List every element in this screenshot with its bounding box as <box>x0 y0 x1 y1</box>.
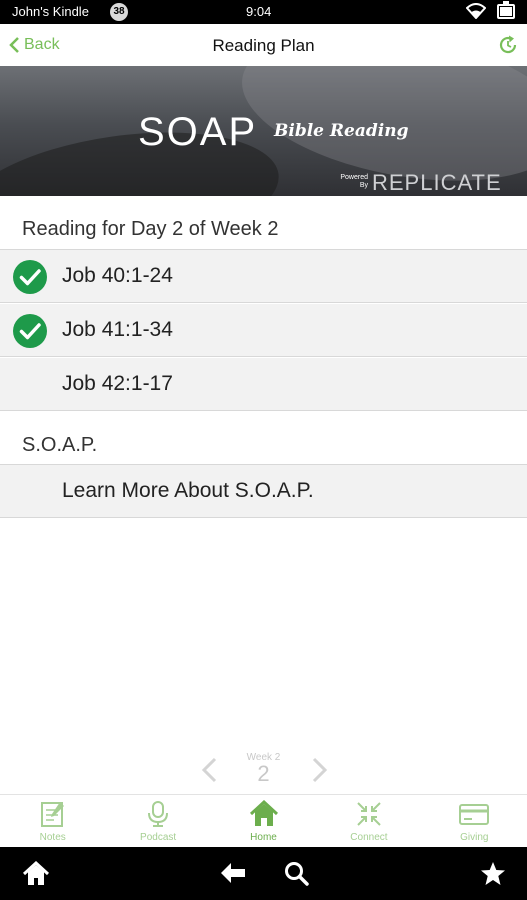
system-favorites-button[interactable] <box>480 861 506 892</box>
refresh-button[interactable] <box>497 34 519 61</box>
banner-title: SOAP <box>138 110 258 154</box>
status-time: 9:04 <box>246 4 272 19</box>
chevron-right-icon <box>312 757 328 783</box>
system-search-button[interactable] <box>284 861 310 892</box>
tab-bar: Notes Podcast Home Connect Giving <box>0 794 527 847</box>
learn-more-link[interactable]: Learn More About S.O.A.P. <box>0 465 527 518</box>
reading-item[interactable]: Job 42:1-17 <box>0 358 527 411</box>
tab-connect[interactable]: Connect <box>316 795 421 847</box>
banner-script: Bible Reading <box>274 121 409 141</box>
tab-podcast[interactable]: Podcast <box>105 795 210 847</box>
tab-notes[interactable]: Notes <box>0 795 105 847</box>
check-circle-icon <box>13 314 47 348</box>
app-bar: Back Reading Plan <box>0 24 527 66</box>
tab-giving[interactable]: Giving <box>422 795 527 847</box>
learn-more-label: Learn More About S.O.A.P. <box>62 479 314 502</box>
week-number: 2 <box>257 761 270 786</box>
system-back-button[interactable] <box>219 861 247 890</box>
powered-by-label: Powered By <box>340 174 368 189</box>
giving-icon <box>459 804 490 825</box>
check-circle-icon <box>13 260 47 294</box>
tab-home[interactable]: Home <box>211 795 316 847</box>
refresh-icon <box>499 35 517 54</box>
reading-item[interactable]: Job 40:1-24 <box>0 250 527 303</box>
device-owner: John's Kindle <box>12 4 89 19</box>
soap-header: S.O.A.P. <box>0 412 527 465</box>
page-title: Reading Plan <box>212 36 315 55</box>
star-icon <box>481 862 505 885</box>
reading-item-label: Job 42:1-17 <box>62 372 173 395</box>
notes-icon <box>40 802 64 827</box>
next-week-button[interactable] <box>308 756 332 789</box>
home-icon <box>249 800 278 826</box>
search-icon <box>285 862 309 886</box>
arrow-left-icon <box>221 863 245 883</box>
week-pager: Week 2 2 <box>0 748 527 792</box>
status-bar: John's Kindle 38 9:04 <box>0 0 527 24</box>
reading-item[interactable]: Job 41:1-34 <box>0 304 527 357</box>
reading-item-label: Job 41:1-34 <box>62 318 173 341</box>
home-icon <box>22 860 50 885</box>
reading-item-label: Job 40:1-24 <box>62 264 173 287</box>
podcast-icon <box>148 801 169 827</box>
connect-icon <box>357 802 381 826</box>
soap-banner: SOAP Bible Reading Powered By REPLICATE <box>0 66 527 196</box>
system-nav-bar <box>0 847 527 900</box>
battery-icon <box>497 1 515 19</box>
replicate-logo: REPLICATE <box>372 170 502 195</box>
notification-badge: 38 <box>110 3 128 21</box>
reading-header: Reading for Day 2 of Week 2 <box>0 196 527 250</box>
wifi-icon <box>465 3 487 22</box>
system-home-button[interactable] <box>22 860 50 892</box>
